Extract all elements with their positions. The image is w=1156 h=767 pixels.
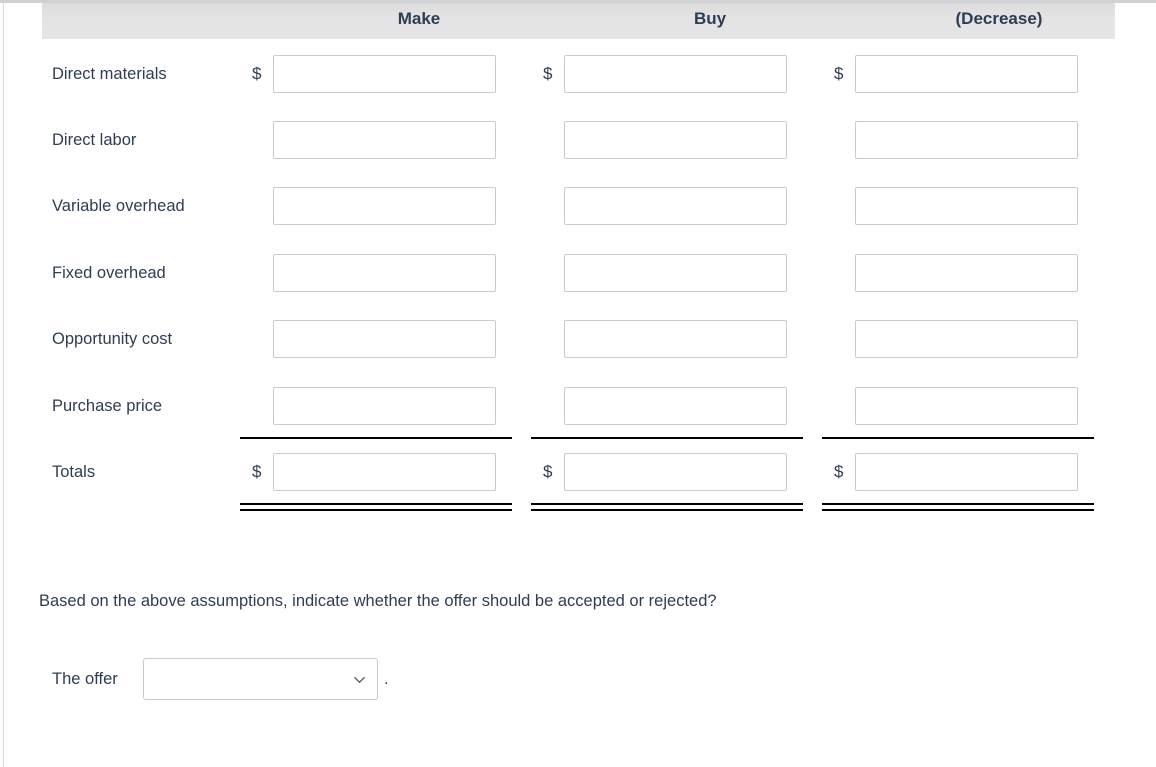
input-buy-totals[interactable] bbox=[564, 453, 787, 491]
input-make-purchase-price[interactable] bbox=[273, 387, 496, 425]
input-make-fixed-overhead[interactable] bbox=[273, 254, 496, 292]
currency-symbol-buy-totals: $ bbox=[543, 462, 553, 481]
input-buy-fixed-overhead[interactable] bbox=[564, 254, 787, 292]
column-header-decrease: (Decrease) bbox=[955, 9, 1043, 28]
input-make-variable-overhead[interactable] bbox=[273, 187, 496, 225]
column-header-buy: Buy bbox=[693, 9, 727, 28]
currency-symbol-decrease-totals: $ bbox=[834, 462, 844, 481]
table-header-band: Make Buy (Decrease) bbox=[42, 3, 1115, 39]
question-prompt: Based on the above assumptions, indicate… bbox=[39, 592, 717, 610]
answer-select[interactable]: should be acceptedshould be rejected bbox=[143, 658, 378, 700]
input-decrease-direct-labor[interactable] bbox=[855, 121, 1078, 159]
subtotal-rule-buy bbox=[531, 437, 803, 439]
input-buy-direct-labor[interactable] bbox=[564, 121, 787, 159]
currency-symbol-decrease-direct-materials: $ bbox=[834, 64, 844, 83]
row-label-opportunity-cost: Opportunity cost bbox=[52, 330, 173, 348]
input-make-direct-labor[interactable] bbox=[273, 121, 496, 159]
answer-trailing-period: . bbox=[384, 670, 389, 688]
answer-select-wrapper: should be acceptedshould be rejected bbox=[143, 658, 378, 700]
row-label-totals: Totals bbox=[52, 463, 96, 481]
input-make-direct-materials[interactable] bbox=[273, 55, 496, 93]
input-buy-variable-overhead[interactable] bbox=[564, 187, 787, 225]
answer-label: The offer bbox=[52, 670, 118, 688]
row-label-fixed-overhead: Fixed overhead bbox=[52, 264, 166, 282]
row-label-purchase-price: Purchase price bbox=[52, 397, 163, 415]
currency-symbol-make-totals: $ bbox=[252, 462, 262, 481]
total-double-rule-buy bbox=[531, 503, 803, 511]
input-decrease-opportunity-cost[interactable] bbox=[855, 320, 1078, 358]
column-header-make: Make bbox=[397, 9, 441, 28]
row-label-variable-overhead: Variable overhead bbox=[52, 197, 185, 215]
input-make-opportunity-cost[interactable] bbox=[273, 320, 496, 358]
make-or-buy-worksheet: Make Buy (Decrease) Direct materials $ $… bbox=[0, 0, 1156, 767]
input-buy-opportunity-cost[interactable] bbox=[564, 320, 787, 358]
input-decrease-variable-overhead[interactable] bbox=[855, 187, 1078, 225]
currency-symbol-buy-direct-materials: $ bbox=[543, 64, 553, 83]
subtotal-rule-decrease bbox=[822, 437, 1094, 439]
input-make-totals[interactable] bbox=[273, 453, 496, 491]
input-decrease-fixed-overhead[interactable] bbox=[855, 254, 1078, 292]
input-decrease-direct-materials[interactable] bbox=[855, 55, 1078, 93]
total-double-rule-make bbox=[240, 503, 512, 511]
currency-symbol-make-direct-materials: $ bbox=[252, 64, 262, 83]
input-decrease-purchase-price[interactable] bbox=[855, 387, 1078, 425]
row-label-direct-materials: Direct materials bbox=[52, 65, 167, 83]
total-double-rule-decrease bbox=[822, 503, 1094, 511]
input-decrease-totals[interactable] bbox=[855, 453, 1078, 491]
subtotal-rule-make bbox=[240, 437, 512, 439]
row-label-direct-labor: Direct labor bbox=[52, 131, 137, 149]
input-buy-direct-materials[interactable] bbox=[564, 55, 787, 93]
input-buy-purchase-price[interactable] bbox=[564, 387, 787, 425]
